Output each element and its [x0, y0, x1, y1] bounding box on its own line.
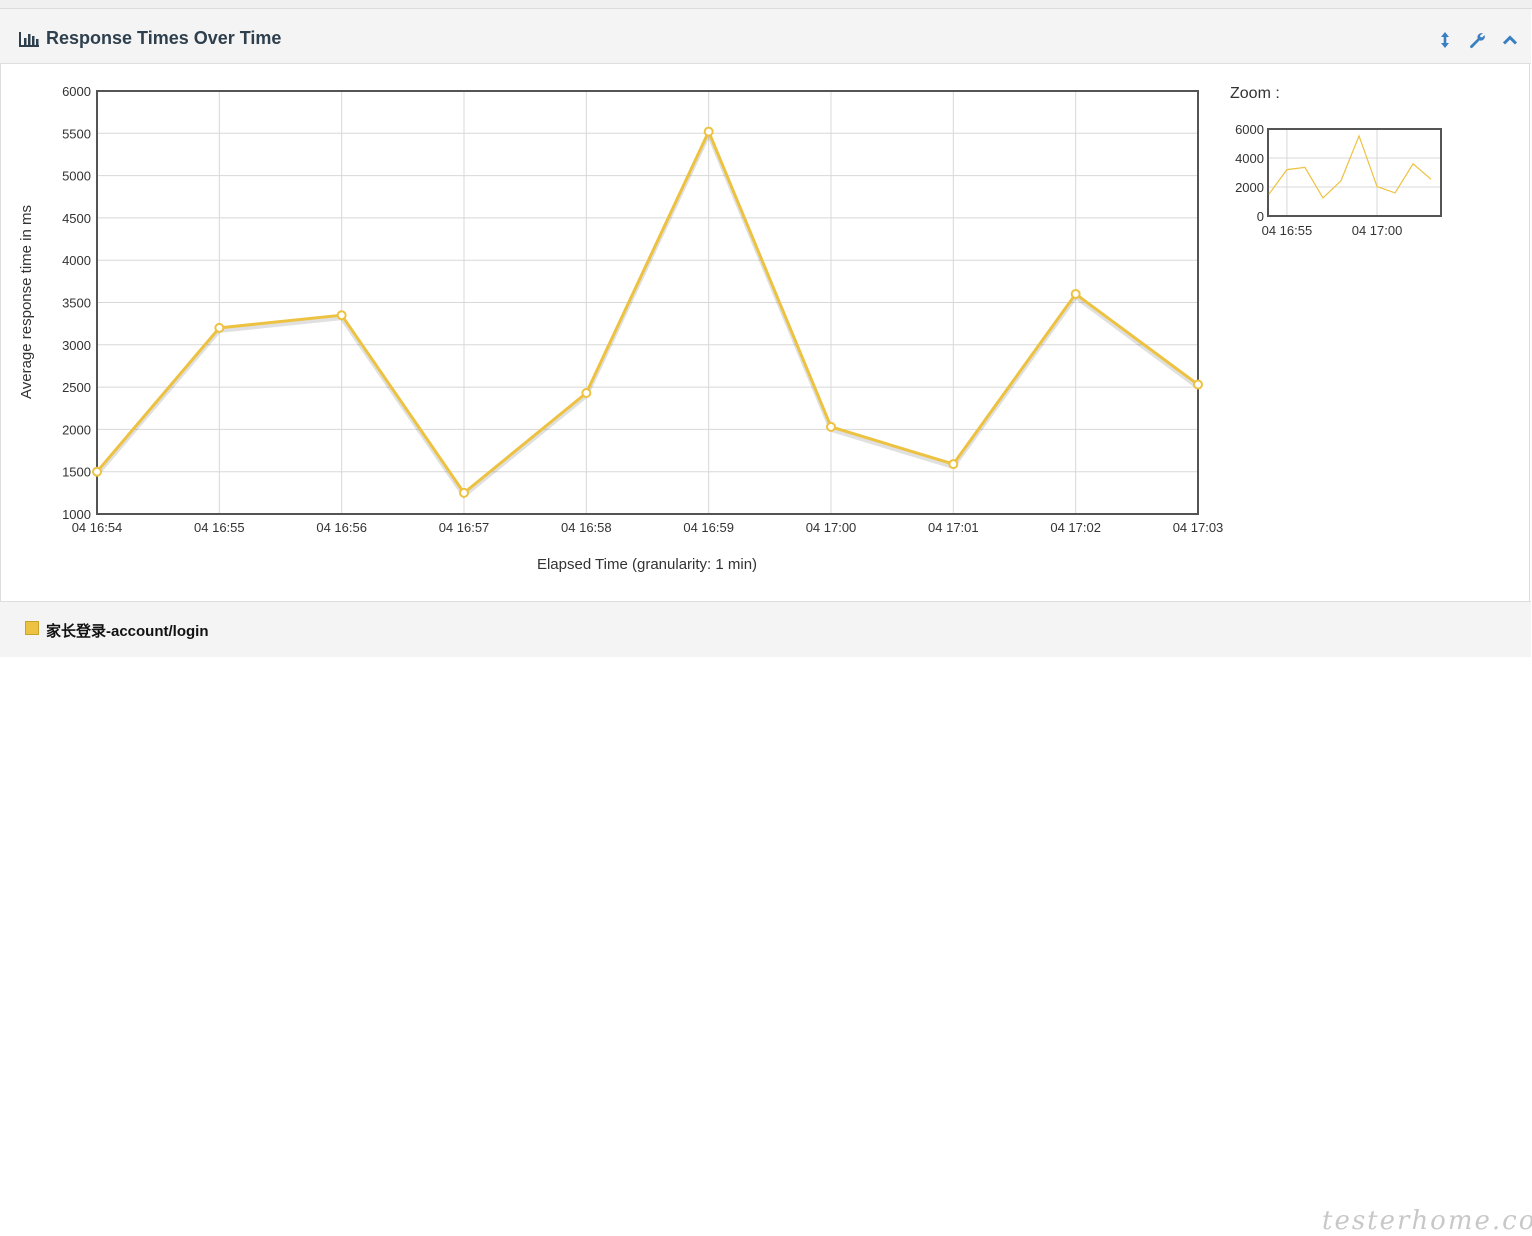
main-chart[interactable]: 1000150020002500300035004000450050005500…: [0, 0, 1532, 600]
data-point[interactable]: [1193, 379, 1203, 390]
legend-label[interactable]: 家长登录-account/login: [46, 620, 209, 641]
data-point[interactable]: [214, 322, 225, 333]
legend-swatch[interactable]: [25, 621, 39, 635]
y-tick-label: 3000: [62, 338, 91, 353]
series-line: [95, 130, 1199, 495]
y-tick-label: 2000: [62, 422, 91, 437]
data-point[interactable]: [1070, 289, 1081, 300]
x-tick-label: 04 16:55: [194, 520, 245, 535]
data-point[interactable]: [826, 421, 836, 432]
series-layer: [92, 126, 1203, 499]
chart-grid: [96, 90, 1199, 515]
x-tick-label: 04 16:59: [683, 520, 734, 535]
y-tick-label: 4500: [62, 211, 91, 226]
y-tick-label: 1500: [62, 465, 91, 480]
x-axis-label: Elapsed Time (granularity: 1 min): [537, 556, 757, 573]
x-tick-label: 04 17:02: [1050, 520, 1101, 535]
y-tick-label: 3500: [62, 296, 91, 311]
zoom-label: Zoom :: [1230, 85, 1280, 102]
y-axis-ticks: 1000150020002500300035004000450050005500…: [62, 84, 91, 522]
series-line-shadow: [95, 129, 1200, 499]
legend-bar: 家长登录-account/login testerhome.com: [0, 601, 1532, 1236]
data-point[interactable]: [459, 487, 469, 498]
y-tick-label: 4000: [62, 253, 91, 268]
data-point[interactable]: [92, 466, 102, 477]
x-tick-label: 04 16:54: [72, 520, 123, 535]
data-point[interactable]: [703, 126, 714, 137]
x-tick-label: 04 16:58: [561, 520, 612, 535]
x-tick-label: 04 16:56: [316, 520, 367, 535]
data-point[interactable]: [948, 459, 959, 470]
y-axis-label: Average response time in ms: [18, 205, 35, 399]
x-tick-label: 04 16:57: [439, 520, 490, 535]
data-point[interactable]: [336, 310, 347, 321]
x-tick-label: 04 17:03: [1173, 520, 1224, 535]
x-tick-label: 04 17:01: [928, 520, 979, 535]
x-axis-ticks: 04 16:54 04 16:55 04 16:56 04 16:57 04 16:58…: [72, 520, 1224, 535]
x-tick-label: 04 17:00: [806, 520, 857, 535]
y-tick-label: 6000: [62, 84, 91, 99]
y-tick-label: 2500: [62, 380, 91, 395]
y-tick-label: 5000: [62, 169, 91, 184]
data-point[interactable]: [581, 388, 592, 399]
y-tick-label: 5500: [62, 126, 91, 141]
watermark: testerhome.com: [1322, 1206, 1532, 1236]
